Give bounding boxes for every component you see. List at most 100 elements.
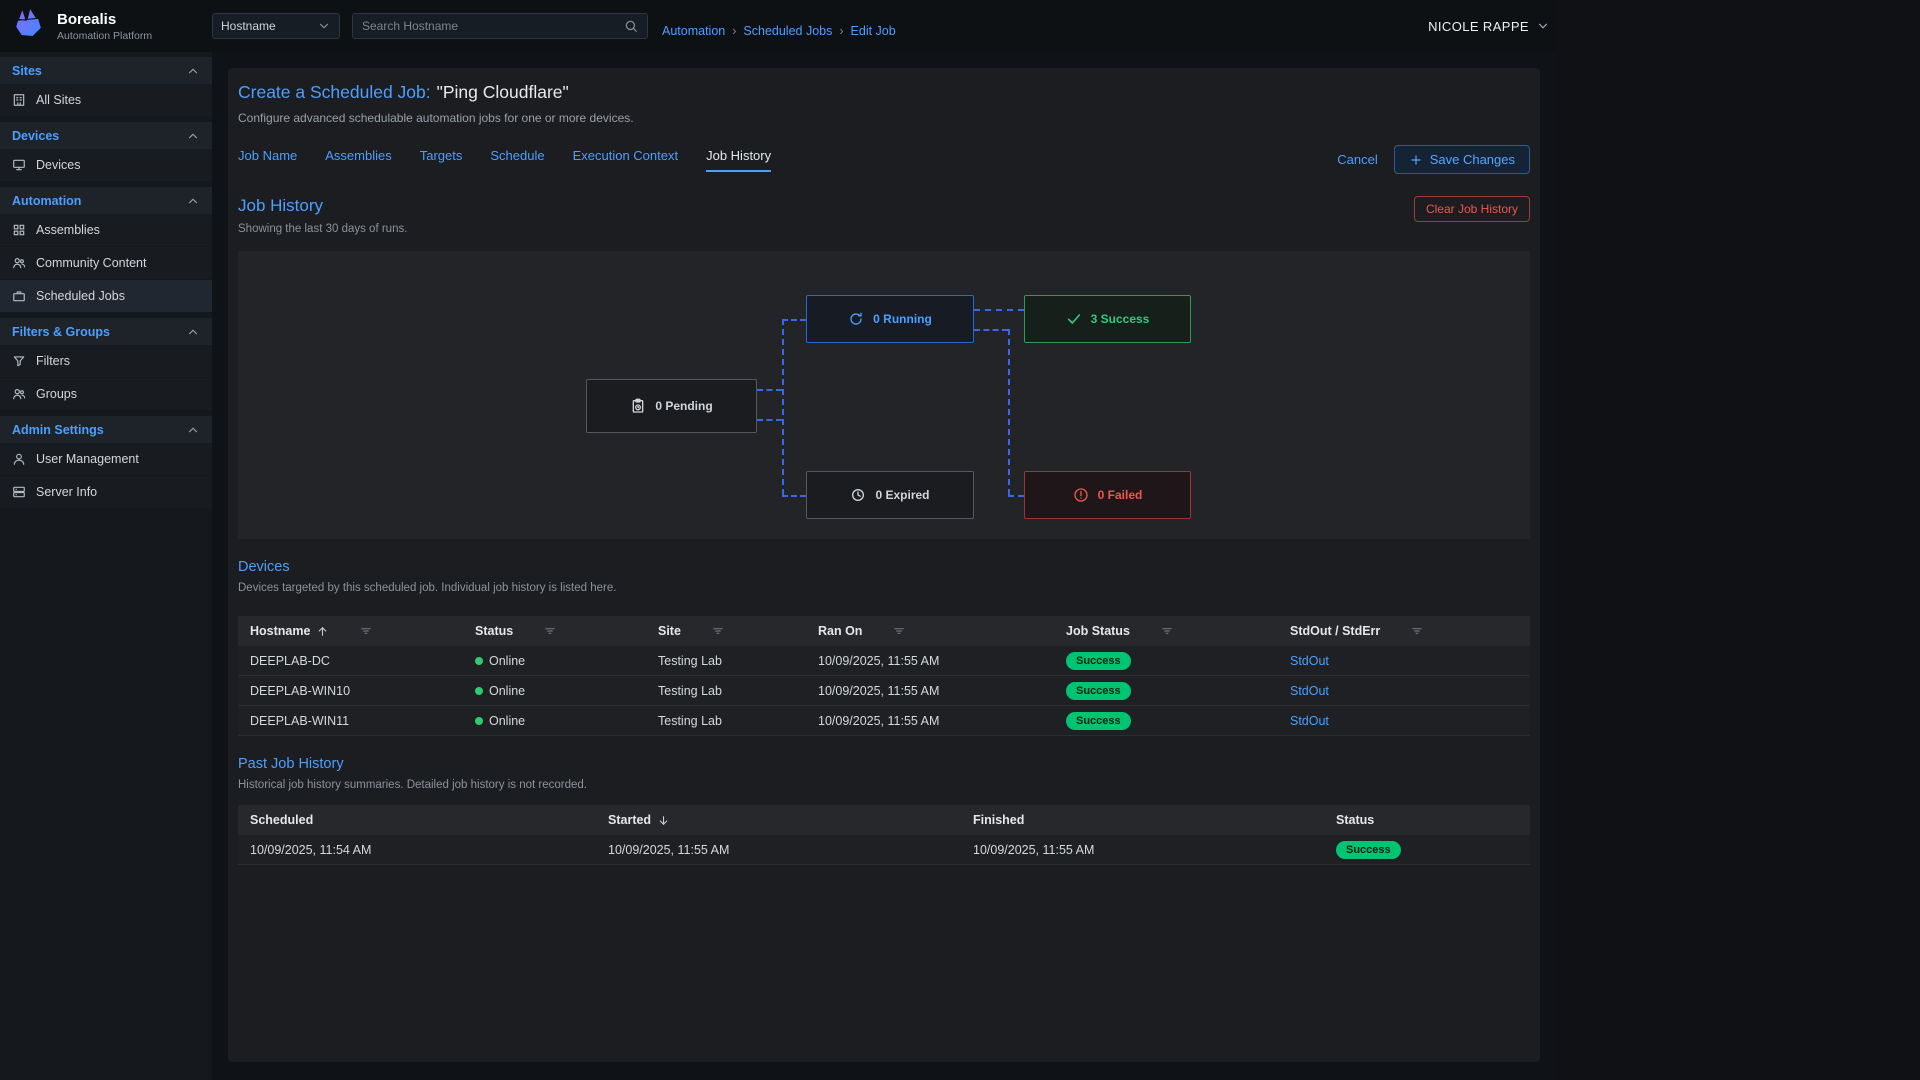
sidebar-item-devices[interactable]: Devices [0, 149, 212, 182]
hostname-cell: DEEPLAB-DC [238, 654, 475, 668]
tab-execution-context[interactable]: Execution Context [573, 148, 679, 172]
sidebar-item-server-info[interactable]: Server Info [0, 476, 212, 509]
clock-icon [850, 487, 866, 503]
filter-icon[interactable] [1160, 624, 1174, 638]
status-cell: Online [475, 714, 658, 728]
sidebar-section-devices[interactable]: Devices [0, 122, 212, 149]
sidebar-section-label: Filters & Groups [12, 325, 110, 339]
table-row: 10/09/2025, 11:54 AM 10/09/2025, 11:55 A… [238, 835, 1530, 865]
status-badge: Success [1336, 841, 1401, 859]
filter-icon[interactable] [359, 624, 373, 638]
sort-desc-icon[interactable] [657, 814, 670, 827]
column-header-job-status[interactable]: Job Status [1066, 624, 1290, 638]
cancel-button[interactable]: Cancel [1337, 152, 1377, 167]
past-table-header: Scheduled Started Finished Status [238, 805, 1530, 835]
building-icon [12, 93, 26, 107]
column-header-status[interactable]: Status [475, 624, 658, 638]
flow-node-label: 0 Running [873, 312, 932, 326]
user-menu[interactable]: NICOLE RAPPE [1428, 19, 1556, 34]
past-job-history-section: Past Job History Historical job history … [238, 756, 1530, 865]
search-input[interactable] [362, 19, 624, 33]
filter-icon[interactable] [1410, 624, 1424, 638]
flow-node-failed[interactable]: 0 Failed [1024, 471, 1191, 519]
table-row: DEEPLAB-DC Online Testing Lab 10/09/2025… [238, 646, 1530, 676]
column-header-ran-on[interactable]: Ran On [818, 624, 1066, 638]
plus-icon [1409, 153, 1423, 167]
sidebar-section-automation[interactable]: Automation [0, 187, 212, 214]
online-dot [475, 717, 483, 725]
main-content: Create a Scheduled Job: "Ping Cloudflare"… [212, 52, 1556, 1080]
hostname-select[interactable]: Hostname [212, 13, 340, 39]
column-header-hostname[interactable]: Hostname [238, 624, 475, 638]
stdout-cell: StdOut [1290, 684, 1530, 698]
chevron-up-icon [186, 423, 200, 437]
tab-schedule[interactable]: Schedule [490, 148, 544, 172]
column-header-stdout[interactable]: StdOut / StdErr [1290, 624, 1530, 638]
sidebar-item-groups[interactable]: Groups [0, 378, 212, 411]
sidebar-item-community-content[interactable]: Community Content [0, 247, 212, 280]
sidebar-item-user-management[interactable]: User Management [0, 443, 212, 476]
sidebar-item-assemblies[interactable]: Assemblies [0, 214, 212, 247]
edit-job-panel: Create a Scheduled Job: "Ping Cloudflare"… [228, 68, 1540, 1062]
filter-icon[interactable] [543, 624, 557, 638]
site-cell: Testing Lab [658, 684, 818, 698]
refresh-icon [848, 311, 864, 327]
page-title-job-name: "Ping Cloudflare" [437, 82, 569, 102]
flow-node-label: 0 Pending [655, 399, 712, 413]
tab-targets[interactable]: Targets [420, 148, 463, 172]
devices-section: Devices Devices targeted by this schedul… [238, 559, 1530, 736]
stdout-link[interactable]: StdOut [1290, 684, 1329, 698]
tab-job-history[interactable]: Job History [706, 148, 771, 172]
tab-assemblies[interactable]: Assemblies [325, 148, 391, 172]
tab-job-name[interactable]: Job Name [238, 148, 297, 172]
user-icon [12, 452, 26, 466]
sidebar-section-filters-groups[interactable]: Filters & Groups [0, 318, 212, 345]
server-icon [12, 485, 26, 499]
stdout-cell: StdOut [1290, 714, 1530, 728]
devices-subheading: Devices targeted by this scheduled job. … [238, 582, 1530, 594]
flow-node-success[interactable]: 3 Success [1024, 295, 1191, 343]
page-title-prefix: Create a Scheduled Job: [238, 82, 431, 102]
online-dot [475, 687, 483, 695]
flow-node-pending[interactable]: 0 Pending [586, 379, 757, 433]
sidebar-section-admin-settings[interactable]: Admin Settings [0, 416, 212, 443]
sidebar-item-label: Server Info [36, 485, 97, 499]
column-header-started[interactable]: Started [608, 813, 973, 827]
stdout-link[interactable]: StdOut [1290, 714, 1329, 728]
column-header-site[interactable]: Site [658, 624, 818, 638]
sidebar-item-all-sites[interactable]: All Sites [0, 84, 212, 117]
clear-job-history-button[interactable]: Clear Job History [1414, 196, 1530, 222]
stdout-link[interactable]: StdOut [1290, 654, 1329, 668]
column-header-status[interactable]: Status [1336, 813, 1530, 827]
sidebar-item-label: Groups [36, 387, 77, 401]
sort-asc-icon[interactable] [316, 625, 329, 638]
connector-line [782, 495, 806, 497]
sidebar-section-label: Devices [12, 129, 59, 143]
table-row: DEEPLAB-WIN10 Online Testing Lab 10/09/2… [238, 676, 1530, 706]
flow-node-running[interactable]: 0 Running [806, 295, 974, 343]
past-job-history-table: Scheduled Started Finished Status [238, 805, 1530, 865]
column-header-scheduled[interactable]: Scheduled [238, 813, 608, 827]
breadcrumb-automation[interactable]: Automation [662, 24, 725, 38]
column-header-finished[interactable]: Finished [973, 813, 1336, 827]
breadcrumb-edit-job[interactable]: Edit Job [851, 24, 896, 38]
job-history-subheading: Showing the last 30 days of runs. [238, 223, 407, 235]
chevron-down-icon [1536, 19, 1550, 33]
devices-table: Hostname Status Site [238, 616, 1530, 736]
brand: Borealis Automation Platform [0, 7, 212, 45]
ran-on-cell: 10/09/2025, 11:55 AM [818, 684, 1066, 698]
past-job-history-heading: Past Job History [238, 756, 1530, 772]
breadcrumb-scheduled-jobs[interactable]: Scheduled Jobs [743, 24, 832, 38]
job-history-heading: Job History [238, 196, 407, 216]
sidebar-item-scheduled-jobs[interactable]: Scheduled Jobs [0, 280, 212, 313]
page-subtitle: Configure advanced schedulable automatio… [238, 111, 1530, 125]
job-status-cell: Success [1066, 682, 1290, 700]
save-changes-button[interactable]: Save Changes [1394, 145, 1530, 174]
sidebar-item-filters[interactable]: Filters [0, 345, 212, 378]
job-history-header: Job History Showing the last 30 days of … [238, 196, 1530, 235]
filter-icon[interactable] [892, 624, 906, 638]
filter-icon[interactable] [711, 624, 725, 638]
connector-line [974, 309, 1024, 311]
flow-node-expired[interactable]: 0 Expired [806, 471, 974, 519]
sidebar-section-sites[interactable]: Sites [0, 57, 212, 84]
